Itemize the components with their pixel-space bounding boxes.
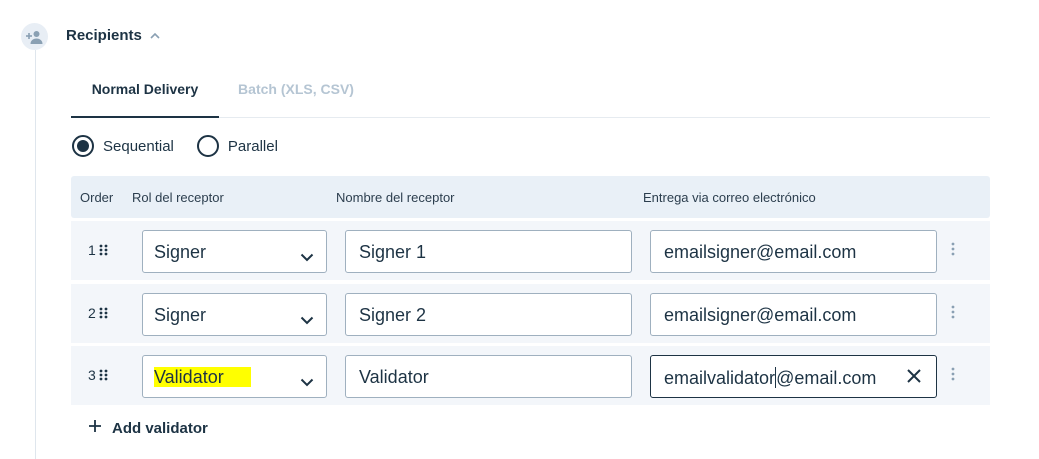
name-input[interactable]: Validator <box>345 355 632 398</box>
table-row: 1 Signer Signer 1 emailsigner@email.com <box>71 221 990 280</box>
email-input[interactable]: emailsigner@email.com <box>650 230 937 273</box>
radio-checked-icon <box>72 135 94 157</box>
chevron-down-icon <box>300 246 314 267</box>
timeline-line <box>35 50 36 459</box>
role-value: Signer <box>154 305 207 325</box>
more-options-icon[interactable] <box>951 242 955 261</box>
radio-unchecked-icon <box>196 135 219 157</box>
drag-handle-icon[interactable] <box>99 307 108 319</box>
row-order: 2 <box>88 305 108 321</box>
order-number: 3 <box>88 367 96 383</box>
delivery-tabs: Normal Delivery Batch (XLS, CSV) <box>71 76 990 118</box>
clear-icon[interactable] <box>906 368 922 389</box>
table-row: 2 Signer Signer 2 emailsigner@email.com <box>71 284 990 343</box>
row-order: 3 <box>88 367 108 383</box>
add-validator-button[interactable]: Add validator <box>88 419 208 437</box>
drag-handle-icon[interactable] <box>99 369 108 381</box>
tab-batch[interactable]: Batch (XLS, CSV) <box>221 76 371 118</box>
role-value: Signer <box>154 242 207 262</box>
order-number: 2 <box>88 305 96 321</box>
chevron-down-icon <box>300 371 314 392</box>
role-select[interactable]: Signer <box>142 230 327 273</box>
role-select[interactable]: Validator <box>142 355 327 398</box>
email-input-focused[interactable]: emailvalidator@email.com <box>650 355 937 398</box>
email-text-before-caret: emailvalidator <box>664 368 776 388</box>
plus-icon <box>88 419 102 437</box>
radio-label: Parallel <box>227 137 278 155</box>
add-validator-label: Add validator <box>112 419 208 437</box>
name-input[interactable]: Signer 1 <box>345 230 632 273</box>
name-input[interactable]: Signer 2 <box>345 293 632 336</box>
header-order: Order <box>80 190 114 205</box>
role-value-highlighted: Validator <box>154 367 251 387</box>
table-header: Order Rol del receptor Nombre del recept… <box>71 176 990 218</box>
radio-parallel[interactable]: Parallel <box>196 135 278 157</box>
tab-normal-delivery[interactable]: Normal Delivery <box>71 76 219 118</box>
email-text-after-caret: @email.com <box>776 368 877 388</box>
radio-sequential[interactable]: Sequential <box>72 135 174 157</box>
section-title: Recipients <box>66 27 142 44</box>
header-email: Entrega via correo electrónico <box>643 190 816 205</box>
email-input[interactable]: emailsigner@email.com <box>650 293 937 336</box>
chevron-up-icon <box>150 32 160 39</box>
row-order: 1 <box>88 242 108 258</box>
recipients-section-toggle[interactable]: Recipients <box>66 27 160 44</box>
radio-label: Sequential <box>103 137 174 155</box>
role-select[interactable]: Signer <box>142 293 327 336</box>
header-name: Nombre del receptor <box>336 190 455 205</box>
header-role: Rol del receptor <box>132 190 224 205</box>
table-row: 3 Validator Validator emailvalidator@ema… <box>71 346 990 405</box>
drag-handle-icon[interactable] <box>99 244 108 256</box>
chevron-down-icon <box>300 309 314 330</box>
more-options-icon[interactable] <box>951 305 955 324</box>
order-number: 1 <box>88 242 96 258</box>
more-options-icon[interactable] <box>951 367 955 386</box>
delivery-mode-group: Sequential Parallel <box>72 135 301 157</box>
add-person-icon <box>21 23 48 50</box>
